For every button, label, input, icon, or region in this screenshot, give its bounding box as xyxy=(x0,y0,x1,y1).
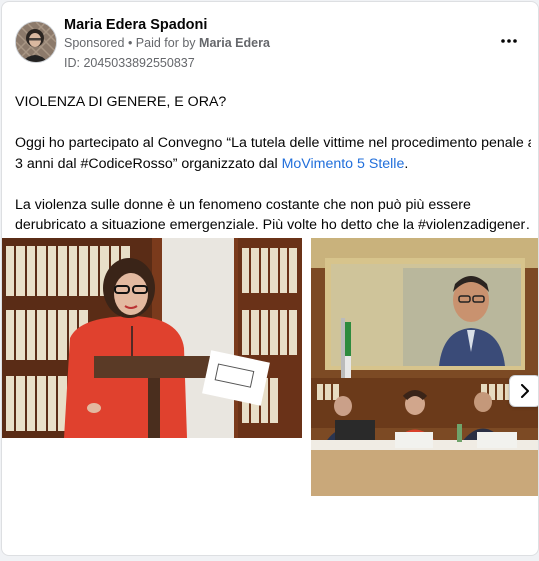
more-horizontal-icon xyxy=(501,39,517,43)
chevron-right-icon xyxy=(521,384,529,398)
carousel-photo-speaker[interactable] xyxy=(2,238,302,438)
ad-id: ID: 2045033892550837 xyxy=(64,56,195,70)
more-options-button[interactable] xyxy=(496,28,522,54)
p3-line-2: derubricato a situazione emergenziale. P… xyxy=(15,217,531,233)
p2-line-1: Oggi ho partecipato al Convegno “La tute… xyxy=(15,135,531,151)
post-paragraph-3: La violenza sulle donne è un fenomeno co… xyxy=(15,195,531,236)
p2-line-2-post: . xyxy=(404,155,409,172)
p2-line-2-pre: 3 anni dal #CodiceRosso” organizzato dal xyxy=(15,155,282,172)
carousel-next-button[interactable] xyxy=(509,375,538,407)
author-avatar[interactable] xyxy=(15,21,57,63)
sponsored-post-card: Maria Edera Spadoni Sponsored • Paid for… xyxy=(1,1,539,556)
post-headline: VIOLENZA DI GENERE, E ORA? xyxy=(15,94,227,110)
post-paragraph-2: Oggi ho partecipato al Convegno “La tute… xyxy=(15,133,531,174)
author-name[interactable]: Maria Edera Spadoni xyxy=(64,17,207,33)
movimento-link[interactable]: MoVimento 5 Stelle xyxy=(282,156,405,172)
post-text: VIOLENZA DI GENERE, E ORA? Oggi ho parte… xyxy=(15,92,531,256)
paid-by-name[interactable]: Maria Edera xyxy=(199,36,270,50)
sponsored-line: Sponsored • Paid for by Maria Edera xyxy=(64,36,270,50)
carousel-photo-conference[interactable] xyxy=(311,238,538,496)
sponsored-label: Sponsored xyxy=(64,36,125,50)
paid-for-prefix: • Paid for by xyxy=(124,36,200,50)
p3-line-1: La violenza sulle donne è un fenomeno co… xyxy=(15,196,471,213)
